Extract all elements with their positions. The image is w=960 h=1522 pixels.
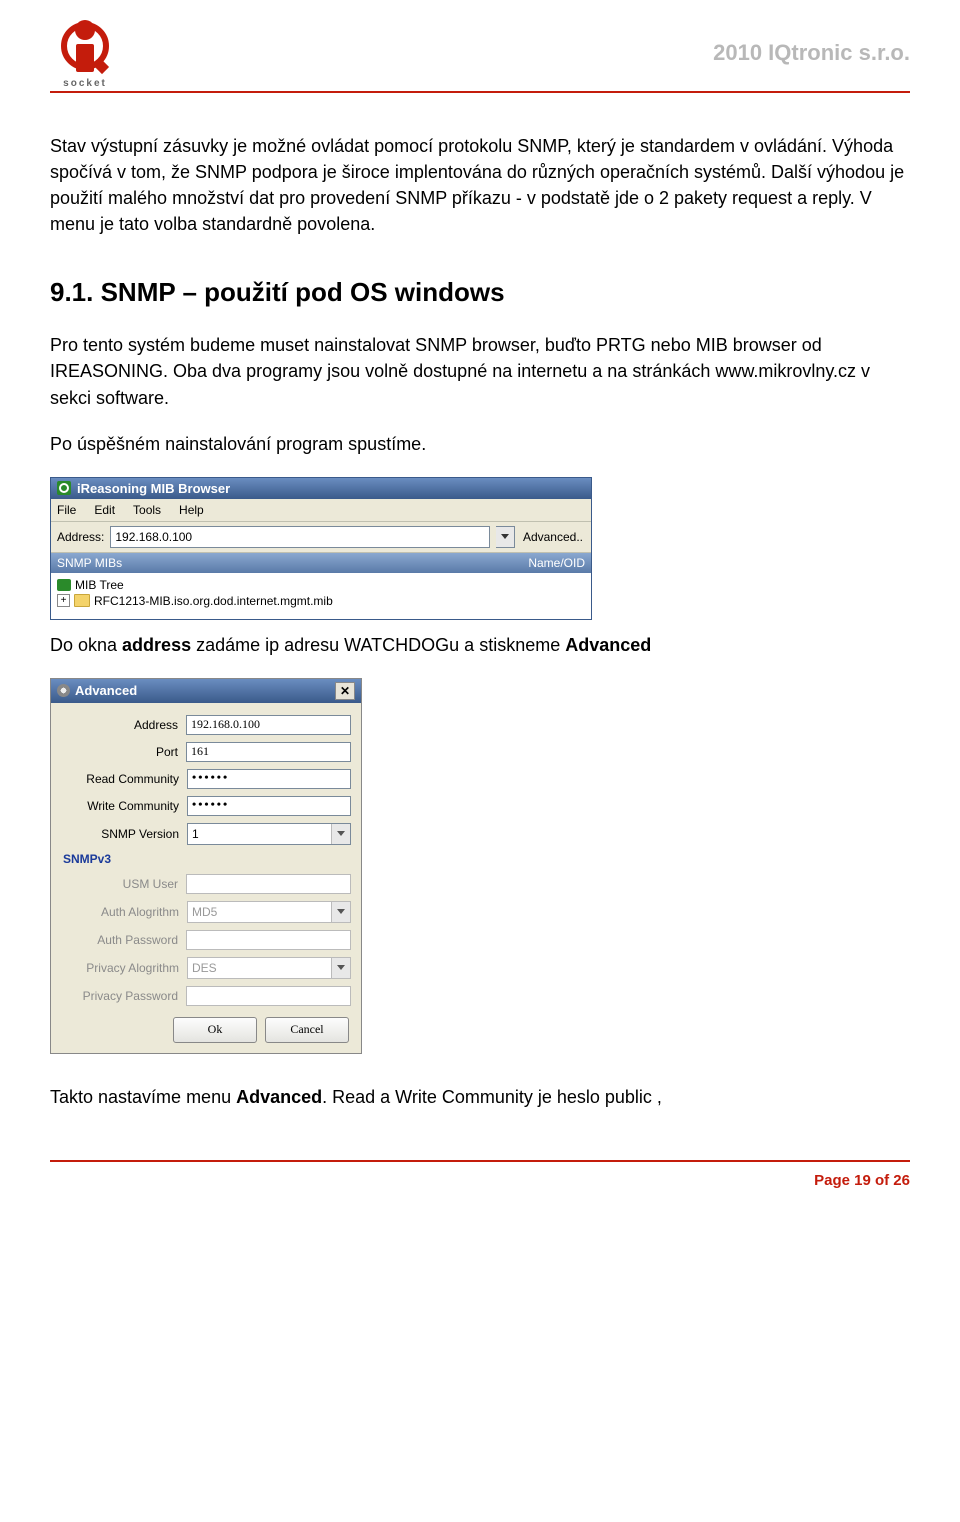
address-input[interactable] <box>110 526 490 548</box>
input-read-community[interactable]: •••••• <box>187 769 351 789</box>
address-dropdown-icon[interactable] <box>496 526 515 548</box>
advanced-title-text: Advanced <box>75 683 137 698</box>
paragraph-advanced-setup: Takto nastavíme menu Advanced. Read a Wr… <box>50 1084 910 1110</box>
tree-root-icon <box>57 579 71 591</box>
label-privacy-password: Privacy Password <box>61 989 178 1003</box>
label-auth-algorithm: Auth Alogrithm <box>61 905 179 919</box>
tree-row-root[interactable]: MIB Tree <box>57 577 585 593</box>
footer-divider <box>50 1160 910 1162</box>
menu-edit[interactable]: Edit <box>94 503 115 517</box>
mib-browser-window: iReasoning MIB Browser File Edit Tools H… <box>50 477 592 620</box>
mib-subheader: SNMP MIBs Name/OID <box>51 553 591 573</box>
select-privacy-algorithm[interactable]: DES <box>187 957 351 979</box>
label-read-community: Read Community <box>61 772 179 786</box>
label-auth-password: Auth Password <box>61 933 178 947</box>
cancel-button[interactable]: Cancel <box>265 1017 349 1043</box>
select-value: 1 <box>192 827 199 841</box>
mib-title-text: iReasoning MIB Browser <box>77 481 230 496</box>
tree-root-label: MIB Tree <box>75 578 124 592</box>
header-divider <box>50 91 910 93</box>
chevron-down-icon <box>331 958 350 978</box>
chevron-down-icon <box>331 824 350 844</box>
paragraph-intro: Stav výstupní zásuvky je možné ovládat p… <box>50 133 910 237</box>
menu-file[interactable]: File <box>57 503 76 517</box>
section-snmpv3: SNMPv3 <box>63 852 351 866</box>
mib-subheader-left: SNMP MIBs <box>57 556 122 570</box>
mib-subheader-right: Name/OID <box>528 556 585 570</box>
page-header: socket 2010 IQtronic s.r.o. <box>50 20 910 89</box>
text-fragment: Takto nastavíme menu <box>50 1087 236 1107</box>
label-write-community: Write Community <box>61 799 179 813</box>
input-write-community[interactable]: •••••• <box>187 796 351 816</box>
page-number: Page 19 of 26 <box>50 1172 910 1189</box>
advanced-titlebar: Advanced ✕ <box>51 679 361 703</box>
button-label: Cancel <box>290 1022 323 1037</box>
tree-row-node[interactable]: + RFC1213-MIB.iso.org.dod.internet.mgmt.… <box>57 593 585 609</box>
paragraph-run: Po úspěšném nainstalování program spustí… <box>50 431 910 457</box>
text-bold-address: address <box>122 635 191 655</box>
logo-icon <box>57 20 113 76</box>
mib-titlebar: iReasoning MIB Browser <box>51 478 591 499</box>
label-port: Port <box>61 745 178 759</box>
button-label: Ok <box>208 1022 223 1037</box>
paragraph-address: Do okna address zadáme ip adresu WATCHDO… <box>50 632 910 658</box>
masked-value: •••••• <box>192 770 229 784</box>
folder-icon <box>74 594 90 607</box>
menu-tools[interactable]: Tools <box>133 503 161 517</box>
label-usm-user: USM User <box>61 877 178 891</box>
menu-help[interactable]: Help <box>179 503 204 517</box>
select-auth-algorithm[interactable]: MD5 <box>187 901 351 923</box>
text-fragment: zadáme ip adresu WATCHDOGu a stiskneme <box>191 635 565 655</box>
masked-value: •••••• <box>192 797 229 811</box>
select-value: MD5 <box>192 905 217 919</box>
advanced-link[interactable]: Advanced.. <box>521 530 585 544</box>
paragraph-install: Pro tento systém budeme muset nainstalov… <box>50 332 910 410</box>
app-icon <box>57 481 71 495</box>
text-bold-advanced2: Advanced <box>236 1087 322 1107</box>
input-address[interactable] <box>186 715 351 735</box>
label-privacy-algorithm: Privacy Alogrithm <box>61 961 179 975</box>
ok-button[interactable]: Ok <box>173 1017 257 1043</box>
address-label: Address: <box>57 530 104 544</box>
mib-toolbar: Address: Advanced.. <box>51 522 591 553</box>
text-fragment: Do okna <box>50 635 122 655</box>
input-privacy-password[interactable] <box>186 986 351 1006</box>
mib-menubar: File Edit Tools Help <box>51 499 591 522</box>
select-value: DES <box>192 961 217 975</box>
close-icon[interactable]: ✕ <box>335 682 355 700</box>
mib-tree: MIB Tree + RFC1213-MIB.iso.org.dod.inter… <box>51 573 591 619</box>
input-usm-user[interactable] <box>186 874 351 894</box>
input-port[interactable] <box>186 742 351 762</box>
chevron-down-icon <box>331 902 350 922</box>
tree-node-label: RFC1213-MIB.iso.org.dod.internet.mgmt.mi… <box>94 594 333 608</box>
advanced-dialog: Advanced ✕ Address Port Read Community •… <box>50 678 362 1054</box>
text-bold-advanced: Advanced <box>565 635 651 655</box>
input-auth-password[interactable] <box>186 930 351 950</box>
logo: socket <box>50 20 120 89</box>
gear-icon <box>57 684 70 697</box>
section-heading: 9.1. SNMP – použití pod OS windows <box>50 277 910 308</box>
label-address: Address <box>61 718 178 732</box>
select-snmp-version[interactable]: 1 <box>187 823 351 845</box>
company-name: 2010 IQtronic s.r.o. <box>713 40 910 66</box>
logo-text: socket <box>63 78 107 89</box>
tree-expand-icon[interactable]: + <box>57 594 70 607</box>
label-snmp-version: SNMP Version <box>61 827 179 841</box>
text-fragment: . Read a Write Community je heslo public… <box>322 1087 662 1107</box>
